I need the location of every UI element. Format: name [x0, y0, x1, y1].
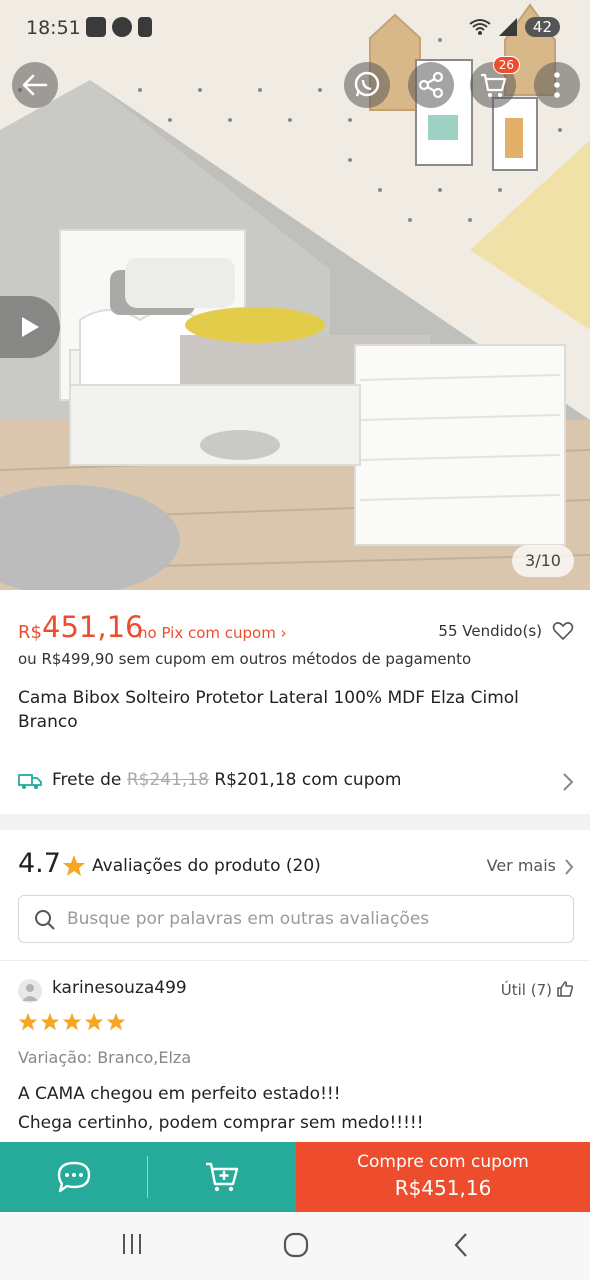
reviews-title: Avaliações do produto (20) [92, 856, 321, 876]
shopping-cart-icon [481, 73, 507, 97]
add-to-cart-icon [206, 1162, 239, 1192]
system-navigation-bar [0, 1212, 590, 1280]
price-row: R$ 451,16 no Pix com cupom › 55 Vendido(… [18, 610, 574, 646]
signal-icon [498, 18, 517, 36]
review-author-row: karinesouza499 Útil (7) [18, 978, 574, 1004]
recent-apps-icon[interactable] [120, 1232, 144, 1256]
search-icon [35, 910, 55, 930]
star-icon [106, 1012, 126, 1031]
whatsapp-share-button[interactable] [344, 62, 390, 108]
reviews-header: 4.7 Avaliações do produto (20) Ver mais [18, 846, 574, 886]
shipping-label: Frete de [52, 770, 122, 790]
chat-icon [57, 1161, 91, 1193]
see-more-link[interactable]: Ver mais [487, 856, 556, 875]
star-icon [84, 1012, 104, 1031]
shipping-text: Frete de R$241,18 R$201,18 com cupom [52, 770, 401, 790]
shipping-new-price: R$201,18 com cupom [214, 770, 402, 790]
play-video-button[interactable] [0, 296, 60, 358]
share-button[interactable] [408, 62, 454, 108]
useful-button[interactable]: Útil (7) [501, 981, 552, 999]
star-icon [62, 1012, 82, 1031]
review-comment: A CAMA chegou em perfeito estado!!! Cheg… [18, 1084, 424, 1133]
arrow-left-icon [22, 74, 48, 96]
review-username: karinesouza499 [52, 978, 187, 998]
status-notification-icons [86, 17, 152, 37]
rating-value: 4.7 [18, 848, 61, 879]
image-counter: 3/10 [512, 545, 574, 577]
heart-icon[interactable] [552, 621, 574, 641]
user-icon [22, 984, 38, 1001]
review-variation: Variação: Branco,Elza [18, 1048, 192, 1067]
status-bar: 18:51 42 [0, 0, 590, 58]
star-icon [63, 855, 85, 876]
chevron-right-icon [563, 773, 574, 791]
thumbs-up-icon[interactable] [556, 980, 574, 998]
shipping-row[interactable]: Frete de R$241,18 R$201,18 com cupom [18, 768, 574, 796]
avatar[interactable] [18, 979, 42, 1003]
tiktok-notification-icon [138, 17, 152, 37]
pix-coupon-link[interactable]: no Pix com cupom › [138, 624, 287, 642]
share-icon [418, 71, 444, 99]
back-nav-icon[interactable] [452, 1232, 470, 1258]
cart-count-badge: 26 [492, 56, 520, 74]
truck-icon [18, 774, 42, 789]
section-divider [0, 814, 590, 830]
bottom-action-bar: Compre com cupom R$451,16 [0, 1142, 590, 1212]
product-image-carousel[interactable]: 18:51 42 26 3/10 [0, 0, 590, 590]
more-vertical-icon [554, 72, 560, 98]
review-search-box[interactable] [18, 895, 574, 943]
star-icon [40, 1012, 60, 1031]
buy-button-label: Compre com cupom [357, 1152, 529, 1172]
price-amount: 451,16 [42, 610, 144, 644]
status-time: 18:51 [26, 17, 81, 39]
wifi-icon [469, 19, 491, 35]
gallery-notification-icon [86, 17, 106, 37]
cart-button[interactable]: 26 [470, 56, 520, 108]
sold-count: 55 Vendido(s) [438, 622, 542, 640]
price-currency: R$ [18, 622, 42, 643]
review-rating-stars [18, 1012, 126, 1032]
add-to-cart-button[interactable] [148, 1142, 296, 1212]
buy-button-price: R$451,16 [394, 1176, 492, 1200]
battery-indicator: 42 [524, 17, 560, 37]
home-icon[interactable] [283, 1232, 309, 1258]
weather-notification-icon [112, 17, 132, 37]
buy-with-coupon-button[interactable]: Compre com cupom R$451,16 [296, 1142, 590, 1212]
play-icon [22, 317, 39, 337]
whatsapp-icon [354, 71, 380, 97]
divider [0, 960, 590, 961]
shipping-old-price: R$241,18 [126, 770, 209, 790]
review-search-input[interactable] [67, 906, 557, 932]
product-title: Cama Bibox Solteiro Protetor Lateral 100… [18, 688, 519, 732]
status-right-icons: 42 [469, 17, 560, 37]
chat-button[interactable] [0, 1142, 148, 1212]
alternate-price-text: ou R$499,90 sem cupom em outros métodos … [18, 650, 472, 668]
star-icon [18, 1012, 38, 1031]
chevron-right-icon[interactable] [564, 858, 574, 876]
back-button[interactable] [12, 62, 58, 108]
more-options-button[interactable] [534, 62, 580, 108]
